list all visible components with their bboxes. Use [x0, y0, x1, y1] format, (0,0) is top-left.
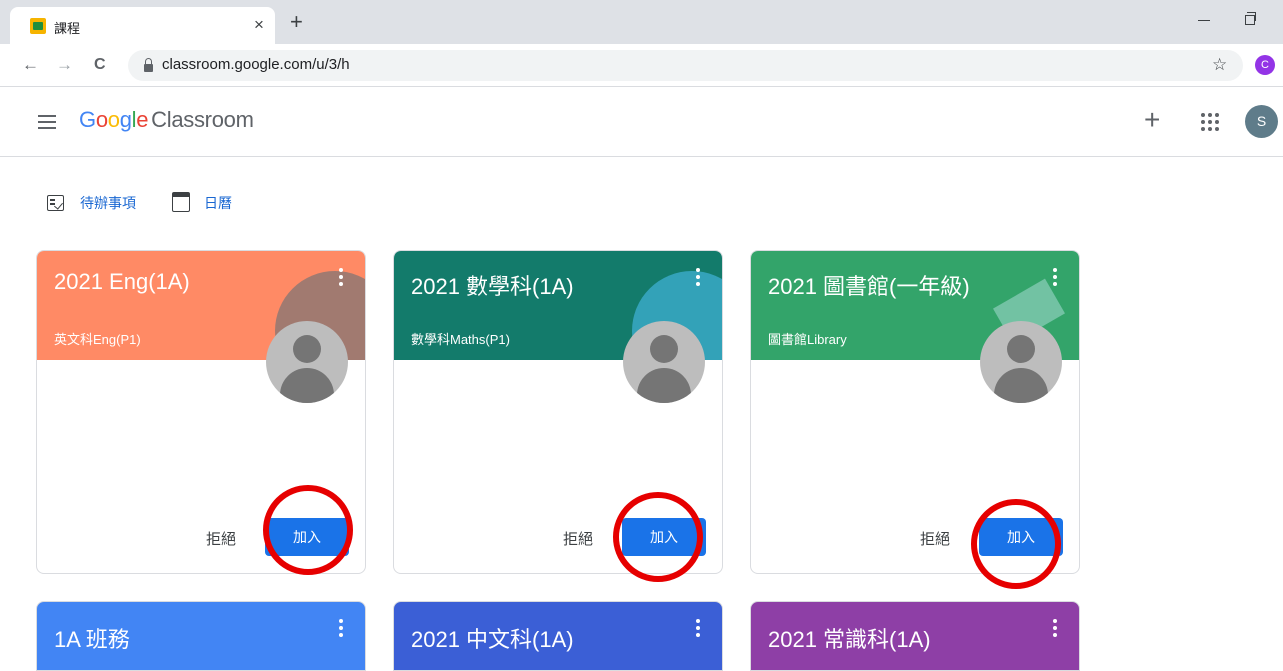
more-options-icon[interactable]	[339, 619, 343, 637]
google-classroom-logo[interactable]: Google Classroom	[79, 107, 254, 133]
todo-icon[interactable]	[47, 195, 64, 211]
app-header: Google Classroom + S	[0, 88, 1283, 157]
class-title[interactable]: 1A 班務	[54, 622, 130, 654]
class-title[interactable]: 2021 圖書館(一年級)	[768, 269, 970, 301]
forward-button[interactable]: →	[56, 55, 73, 75]
url-text[interactable]: classroom.google.com/u/3/h	[162, 56, 350, 73]
decline-button[interactable]: 拒絕	[563, 528, 593, 549]
account-avatar[interactable]: S	[1245, 105, 1278, 138]
menu-icon[interactable]	[38, 115, 56, 129]
class-title[interactable]: 2021 數學科(1A)	[411, 269, 574, 301]
class-card[interactable]: 2021 常識科(1A)	[750, 601, 1080, 671]
decline-button[interactable]: 拒絕	[206, 528, 236, 549]
class-section: 英文科Eng(P1)	[54, 332, 141, 347]
class-title[interactable]: 2021 常識科(1A)	[768, 622, 931, 654]
more-options-icon[interactable]	[696, 619, 700, 637]
more-options-icon[interactable]	[696, 268, 700, 286]
more-options-icon[interactable]	[1053, 268, 1057, 286]
more-options-icon[interactable]	[339, 268, 343, 286]
tab-close-icon[interactable]: ×	[254, 15, 264, 35]
new-tab-button[interactable]: +	[290, 11, 303, 33]
class-card[interactable]: 1A 班務	[36, 601, 366, 671]
highlight-ring	[971, 499, 1061, 589]
calendar-link[interactable]: 日曆	[204, 193, 232, 213]
bookmark-star-icon[interactable]: ☆	[1212, 55, 1227, 75]
class-section: 數學科Maths(P1)	[411, 332, 510, 347]
minimize-icon[interactable]	[1198, 20, 1210, 21]
classroom-favicon-icon	[30, 18, 46, 34]
teacher-avatar	[623, 321, 705, 403]
calendar-icon[interactable]	[172, 192, 190, 212]
more-options-icon[interactable]	[1053, 619, 1057, 637]
add-class-icon[interactable]: +	[1144, 106, 1160, 134]
back-button[interactable]: ←	[22, 55, 39, 75]
todo-link[interactable]: 待辦事項	[80, 193, 136, 213]
tab-title: 課程	[54, 21, 81, 36]
decline-button[interactable]: 拒絕	[920, 528, 950, 549]
class-card[interactable]: 2021 中文科(1A)	[393, 601, 723, 671]
browser-profile-avatar[interactable]: C	[1255, 55, 1275, 75]
browser-tab[interactable]: 課程 ×	[10, 7, 275, 44]
reload-button[interactable]: C	[94, 55, 106, 75]
lock-icon	[144, 58, 153, 72]
class-section: 圖書館Library	[768, 332, 847, 347]
google-apps-icon[interactable]	[1201, 113, 1219, 131]
class-title[interactable]: 2021 Eng(1A)	[54, 269, 190, 295]
teacher-avatar	[266, 321, 348, 403]
teacher-avatar	[980, 321, 1062, 403]
highlight-ring	[613, 492, 703, 582]
browser-tabstrip: 課程 × +	[0, 0, 1283, 44]
highlight-ring	[263, 485, 353, 575]
class-title[interactable]: 2021 中文科(1A)	[411, 622, 574, 654]
restore-window-icon[interactable]	[1245, 12, 1256, 25]
